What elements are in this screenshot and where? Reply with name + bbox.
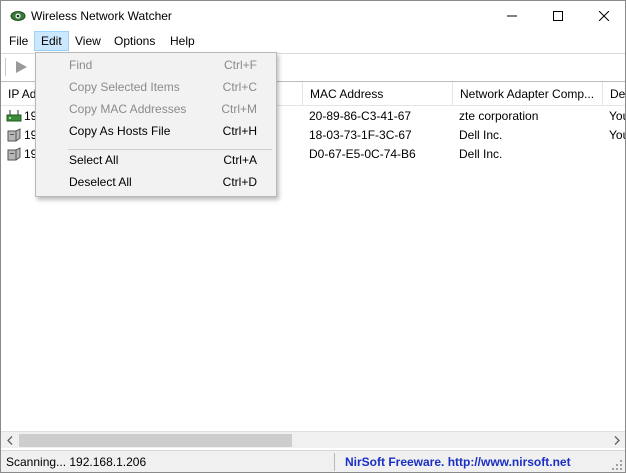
eye-network-icon xyxy=(10,11,26,21)
window-title: Wireless Network Watcher xyxy=(31,9,172,23)
menu-edit[interactable]: Edit xyxy=(34,31,69,51)
maximize-icon xyxy=(553,11,563,21)
menu-file[interactable]: File xyxy=(3,31,34,51)
cell-vendor: Dell Inc. xyxy=(459,147,503,161)
menu-bar: File Edit View Options Help xyxy=(1,31,625,51)
scroll-thumb[interactable] xyxy=(19,434,292,447)
menu-item-copy-hosts[interactable]: Copy As Hosts File Ctrl+H xyxy=(37,120,275,142)
scroll-right-button[interactable] xyxy=(608,432,625,449)
computer-icon xyxy=(7,128,21,142)
close-button[interactable] xyxy=(581,1,625,31)
title-bar: Wireless Network Watcher xyxy=(1,1,625,31)
play-icon[interactable] xyxy=(13,59,29,75)
cell-vendor: Dell Inc. xyxy=(459,128,503,142)
horizontal-scrollbar[interactable] xyxy=(1,431,625,448)
minimize-button[interactable] xyxy=(489,1,535,31)
edit-menu-dropdown: Find Ctrl+F Copy Selected Items Ctrl+C C… xyxy=(35,52,277,197)
menu-item-select-all[interactable]: Select All Ctrl+A xyxy=(37,149,275,171)
resize-grip-icon[interactable] xyxy=(611,459,623,471)
cell-mac: 18-03-73-1F-3C-67 xyxy=(309,128,412,142)
menu-item-copy-mac[interactable]: Copy MAC Addresses Ctrl+M xyxy=(37,98,275,120)
toolbar-separator xyxy=(5,58,6,76)
cell-device: You xyxy=(609,109,625,123)
app-window: Wireless Network Watcher File Edit View … xyxy=(0,0,626,473)
scroll-left-button[interactable] xyxy=(1,432,18,449)
scan-status-text: Scanning... 192.168.1.206 xyxy=(6,455,147,469)
column-header-vendor[interactable]: Network Adapter Comp... xyxy=(453,82,603,106)
column-header-device[interactable]: Dev xyxy=(603,82,625,106)
maximize-button[interactable] xyxy=(535,1,581,31)
menu-options[interactable]: Options xyxy=(108,31,161,51)
minimize-icon xyxy=(507,15,517,17)
close-icon xyxy=(599,11,609,21)
chevron-left-icon xyxy=(6,436,12,445)
status-bar: Scanning... 192.168.1.206 NirSoft Freewa… xyxy=(1,450,625,472)
column-header-mac[interactable]: MAC Address xyxy=(303,82,453,106)
router-icon xyxy=(6,110,22,122)
status-divider xyxy=(334,453,335,471)
cell-mac: D0-67-E5-0C-74-B6 xyxy=(309,147,416,161)
menu-item-deselect-all[interactable]: Deselect All Ctrl+D xyxy=(37,171,275,193)
menu-item-find[interactable]: Find Ctrl+F xyxy=(37,54,275,76)
chevron-right-icon xyxy=(614,436,620,445)
nirsoft-link[interactable]: NirSoft Freeware. http://www.nirsoft.net xyxy=(345,455,571,469)
menu-item-copy-selected[interactable]: Copy Selected Items Ctrl+C xyxy=(37,76,275,98)
menu-help[interactable]: Help xyxy=(164,31,201,51)
computer-icon xyxy=(7,147,21,161)
cell-device: You xyxy=(609,128,625,142)
menu-view[interactable]: View xyxy=(69,31,107,51)
cell-mac: 20-89-86-C3-41-67 xyxy=(309,109,412,123)
cell-vendor: zte corporation xyxy=(459,109,539,123)
